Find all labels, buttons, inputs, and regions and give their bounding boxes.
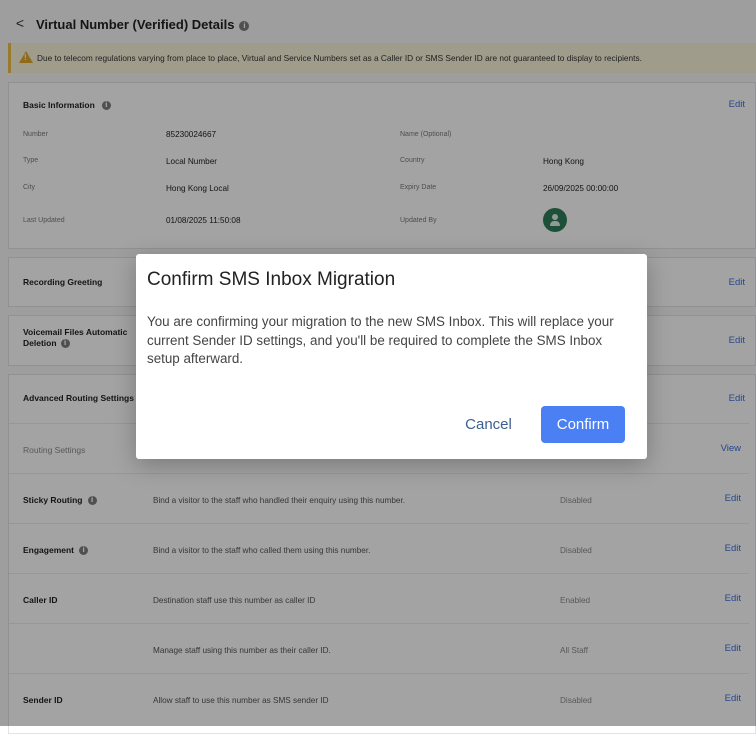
confirm-migration-dialog: Confirm SMS Inbox Migration You are conf…	[136, 254, 647, 459]
dialog-message: You are confirming your migration to the…	[147, 314, 614, 366]
cancel-button[interactable]: Cancel	[455, 406, 522, 443]
dialog-title: Confirm SMS Inbox Migration	[147, 269, 396, 290]
confirm-button[interactable]: Confirm	[541, 406, 625, 443]
